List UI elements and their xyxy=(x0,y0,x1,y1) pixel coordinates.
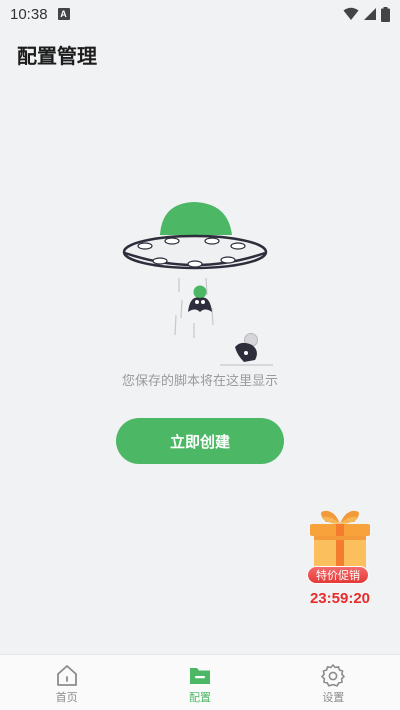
ufo-dome xyxy=(160,202,232,235)
nav-config[interactable]: 配置 xyxy=(133,655,266,710)
empty-state-message: 您保存的脚本将在这里显示 xyxy=(121,374,278,389)
gear-icon xyxy=(321,664,346,687)
status-time: 10:38 xyxy=(10,5,48,23)
nav-settings[interactable]: 设置 xyxy=(267,655,400,710)
promo-widget[interactable]: 特价促销 23:59:20 xyxy=(300,508,382,612)
status-indicators xyxy=(343,6,390,22)
create-now-button[interactable]: 立即创建 xyxy=(116,418,284,464)
folder-icon xyxy=(189,668,210,684)
nav-home-label: 首页 xyxy=(55,691,78,704)
abducted-figure xyxy=(188,285,212,312)
waving-figure xyxy=(220,333,273,366)
bottom-nav: 首页 配置 设置 xyxy=(0,654,400,710)
nav-settings-label: 设置 xyxy=(322,691,345,704)
status-bar: 10:38 A xyxy=(0,0,400,28)
wifi-icon xyxy=(343,7,359,20)
promo-countdown: 23:59:20 xyxy=(309,590,371,607)
nav-home[interactable]: 首页 xyxy=(0,655,133,710)
nav-config-label: 配置 xyxy=(188,691,211,704)
notification-app-icon: A xyxy=(57,8,70,20)
promo-badge: 特价促销 xyxy=(307,566,369,584)
signal-icon xyxy=(364,8,376,20)
battery-icon xyxy=(381,6,390,22)
home-icon xyxy=(56,665,77,686)
page-title: 配置管理 xyxy=(17,44,97,68)
ufo-illustration xyxy=(122,202,273,366)
